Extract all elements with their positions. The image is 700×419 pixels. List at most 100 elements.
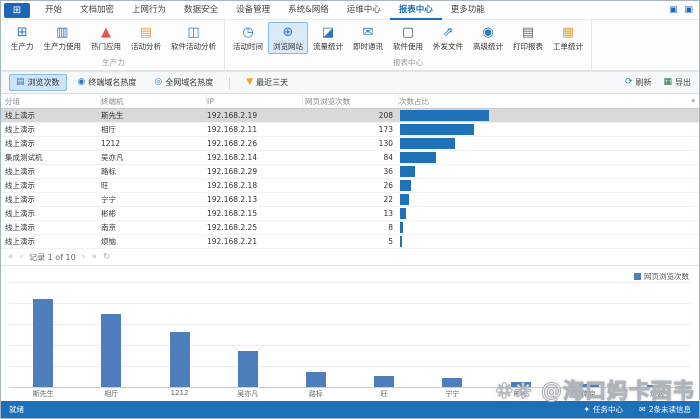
cell-terminal: 路标 xyxy=(101,166,207,177)
cell-group: 线上演示 xyxy=(1,236,101,247)
outgoing-files-button[interactable]: ⇗外发文件 xyxy=(428,22,468,54)
productivity-usage-button[interactable]: ▥生产力使用 xyxy=(39,22,87,54)
export-button[interactable]: ▦导出 xyxy=(663,77,691,88)
activity-time-button[interactable]: ◷活动时间 xyxy=(228,22,268,54)
unread-messages-button[interactable]: ✉ 2条未读信息 xyxy=(639,404,691,415)
table-row[interactable]: 集成测试机吴亦凡192.168.2.1484 xyxy=(1,151,699,165)
task-center-button[interactable]: ✦ 任务中心 xyxy=(583,404,623,415)
status-right: ✦ 任务中心 ✉ 2条未读信息 xyxy=(583,404,691,415)
chart-x-label: 旺 xyxy=(350,389,418,401)
menu-tab[interactable]: 数据安全 xyxy=(175,1,227,20)
table-row[interactable]: 线上演示彬彬192.168.2.1513 xyxy=(1,207,699,221)
cell-ratio xyxy=(399,151,699,164)
pager-last-button[interactable]: » xyxy=(91,249,97,266)
flame-icon: ▲ xyxy=(101,25,111,40)
clock-icon: ◷ xyxy=(242,25,253,40)
table-row[interactable]: 线上演示路标192.168.2.2936 xyxy=(1,165,699,179)
menu-tab[interactable]: 系统&网络 xyxy=(279,1,338,20)
ticket-stats-button[interactable]: ▦工单统计 xyxy=(548,22,588,54)
productivity-button[interactable]: ⊞生产力 xyxy=(6,22,39,54)
chart-x-label: 路标 xyxy=(282,389,350,401)
software-activity-analysis-button[interactable]: ◫软件活动分析 xyxy=(166,22,221,54)
table-row[interactable]: 线上演示斯先生192.168.2.19208 xyxy=(1,109,699,123)
window-chart-icon: ▤ xyxy=(140,25,152,40)
ribbon-button-label: 生产力 xyxy=(11,41,34,52)
cell-ip: 192.168.2.26 xyxy=(207,139,303,148)
menu-tab[interactable]: 报表中心 xyxy=(390,1,442,20)
cell-group: 集成测试机 xyxy=(1,152,101,163)
pager-next-button[interactable]: › xyxy=(82,249,86,266)
refresh-button[interactable]: ⟳刷新 xyxy=(625,77,652,88)
legend-swatch-icon xyxy=(634,273,641,280)
tab-label: 浏览次数 xyxy=(28,77,60,88)
ribbon-button-label: 工单统计 xyxy=(553,41,583,52)
chart-bar xyxy=(33,299,53,387)
column-header[interactable]: IP xyxy=(207,94,303,108)
menu-tab[interactable]: 上网行为 xyxy=(123,1,175,20)
cell-group: 线上演示 xyxy=(1,222,101,233)
ribbon-button-label: 软件使用 xyxy=(393,41,423,52)
window-icon-1[interactable]: ▣ xyxy=(669,5,678,15)
filter-last-3-days-button[interactable]: ▼最近三天 xyxy=(239,74,295,91)
table-row[interactable]: 线上演示南京192.168.2.258 xyxy=(1,221,699,235)
column-menu-icon[interactable]: ▾ xyxy=(691,94,695,109)
column-header[interactable]: 次数占比▾ xyxy=(399,94,699,108)
traffic-stats-button[interactable]: ◪流量统计 xyxy=(308,22,348,54)
menu-tab[interactable]: 文档加密 xyxy=(71,1,123,20)
chart-bar xyxy=(374,376,394,387)
cell-count: 173 xyxy=(303,125,399,134)
hot-apps-button[interactable]: ▲热门应用 xyxy=(86,22,126,54)
bar-chart: 网页浏览次数 斯先生相厅1212吴亦凡路标旺宁宁彬彬南京烦恼 xyxy=(1,266,699,401)
activity-analysis-button[interactable]: ▤活动分析 xyxy=(126,22,166,54)
cell-count: 130 xyxy=(303,139,399,148)
column-header[interactable]: 网页浏览次数 xyxy=(303,94,399,108)
ratio-bar xyxy=(400,194,409,205)
app-logo-button[interactable]: ⊞ xyxy=(4,3,30,18)
table-row[interactable]: 线上演示旺192.168.2.1826 xyxy=(1,179,699,193)
advanced-stats-button[interactable]: ◉高级统计 xyxy=(468,22,508,54)
software-usage-button[interactable]: ▢软件使用 xyxy=(388,22,428,54)
menu-tab[interactable]: 更多功能 xyxy=(442,1,494,20)
table-row[interactable]: 线上演示烦恼192.168.2.215 xyxy=(1,235,699,249)
window-icon-2[interactable]: ▣ xyxy=(684,5,693,15)
printer-icon: ▤ xyxy=(522,25,534,40)
pager-first-button[interactable]: « xyxy=(8,249,14,266)
grid-icon: ⊞ xyxy=(17,25,28,40)
cell-ip: 192.168.2.14 xyxy=(207,153,303,162)
chart-bar-column xyxy=(9,281,77,387)
ratio-bar xyxy=(400,180,411,191)
ribbon: ⊞生产力▥生产力使用▲热门应用▤活动分析◫软件活动分析生产力◷活动时间⊕浏览网站… xyxy=(1,20,699,72)
ribbon-button-label: 流量统计 xyxy=(313,41,343,52)
tab-global-domain-heat[interactable]: ◎全网域名热度 xyxy=(147,74,220,91)
chart-x-label: 吴亦凡 xyxy=(214,389,282,401)
browse-websites-button[interactable]: ⊕浏览网站 xyxy=(268,22,308,54)
tab-browse-count[interactable]: ▤浏览次数 xyxy=(9,74,67,91)
table-row[interactable]: 线上演示相厅192.168.2.11173 xyxy=(1,123,699,137)
pager-prev-button[interactable]: ‹ xyxy=(20,249,24,266)
pager-refresh-button[interactable]: ↻ xyxy=(103,249,111,266)
menu-tab[interactable]: 运维中心 xyxy=(338,1,390,20)
cell-ratio xyxy=(399,123,699,136)
cell-ip: 192.168.2.11 xyxy=(207,125,303,134)
ribbon-button-label: 浏览网站 xyxy=(273,41,303,52)
menu-tab[interactable]: 设备管理 xyxy=(227,1,279,20)
cell-group: 线上演示 xyxy=(1,138,101,149)
column-header[interactable]: 分组 xyxy=(1,94,101,108)
chart-legend: 网页浏览次数 xyxy=(634,271,689,282)
globe-icon: ⊕ xyxy=(283,25,294,40)
column-header[interactable]: 终端机 xyxy=(101,94,207,108)
bar-chart-icon: ▥ xyxy=(56,25,68,40)
table-row[interactable]: 线上演示1212192.168.2.26130 xyxy=(1,137,699,151)
chart-bar-column xyxy=(623,281,691,387)
instant-messaging-button[interactable]: ✉即时通讯 xyxy=(348,22,388,54)
chart-bar xyxy=(170,332,190,387)
cell-ip: 192.168.2.25 xyxy=(207,223,303,232)
cell-group: 线上演示 xyxy=(1,124,101,135)
chart-bar xyxy=(306,372,326,387)
tab-terminal-domain-heat[interactable]: ◉终端域名热度 xyxy=(71,74,144,91)
menu-tab[interactable]: 开始 xyxy=(36,1,71,20)
menu-bar: ⊞ 开始文档加密上网行为数据安全设备管理系统&网络运维中心报表中心更多功能 ▣ ▣ xyxy=(1,1,699,20)
ratio-bar xyxy=(400,208,406,219)
print-report-button[interactable]: ▤打印报表 xyxy=(508,22,548,54)
table-row[interactable]: 线上演示宁宁192.168.2.1322 xyxy=(1,193,699,207)
